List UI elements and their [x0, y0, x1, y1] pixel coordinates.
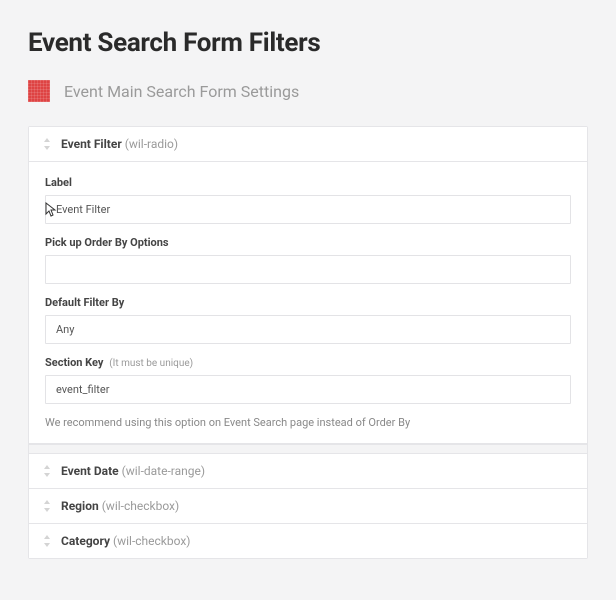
accordion-meta: (wil-checkbox): [102, 499, 179, 513]
help-text: We recommend using this option on Event …: [45, 416, 571, 429]
page-title: Event Search Form Filters: [28, 28, 588, 58]
accordion-meta: (wil-radio): [125, 137, 178, 151]
accordion-meta: (wil-date-range): [122, 464, 205, 478]
field-label: Pick up Order By Options: [45, 236, 571, 249]
subtitle-row: Event Main Search Form Settings: [28, 80, 588, 102]
accordion-body-event-filter: Label Pick up Order By Options Default F…: [29, 162, 587, 444]
field-group-orderby: Pick up Order By Options: [45, 236, 571, 284]
accordion-header-event-date[interactable]: Event Date (wil-date-range): [29, 454, 587, 489]
accent-square-icon: [28, 80, 50, 102]
field-label-note: (It must be unique): [109, 358, 193, 369]
drag-handle-icon[interactable]: [43, 500, 51, 512]
accordion-title: Category: [61, 534, 110, 548]
section-spacer: [29, 444, 587, 454]
accordion-title: Event Date: [61, 464, 119, 478]
filters-panel: Event Filter (wil-radio) Label Pick up O…: [28, 126, 588, 559]
field-label: Default Filter By: [45, 296, 571, 309]
accordion-header-region[interactable]: Region (wil-checkbox): [29, 489, 587, 524]
collapsed-sections: Event Date (wil-date-range) Region (wil-…: [29, 454, 587, 558]
section-key-input[interactable]: [45, 375, 571, 404]
field-label-text: Section Key: [45, 356, 103, 369]
field-group-section-key: Section Key (It must be unique): [45, 356, 571, 404]
default-filter-input[interactable]: [45, 315, 571, 344]
field-label: Label: [45, 176, 571, 189]
accordion-header-event-filter[interactable]: Event Filter (wil-radio): [29, 127, 587, 162]
accordion-meta: (wil-checkbox): [113, 534, 190, 548]
drag-handle-icon[interactable]: [43, 138, 51, 150]
field-group-default-filter: Default Filter By: [45, 296, 571, 344]
orderby-input[interactable]: [45, 255, 571, 284]
label-input[interactable]: [45, 195, 571, 224]
accordion-header-category[interactable]: Category (wil-checkbox): [29, 524, 587, 558]
field-group-label: Label: [45, 176, 571, 224]
accordion-title: Region: [61, 499, 99, 513]
field-label: Section Key (It must be unique): [45, 356, 571, 369]
drag-handle-icon[interactable]: [43, 535, 51, 547]
accordion-title: Event Filter: [61, 137, 122, 151]
page-subtitle: Event Main Search Form Settings: [64, 82, 299, 101]
drag-handle-icon[interactable]: [43, 465, 51, 477]
